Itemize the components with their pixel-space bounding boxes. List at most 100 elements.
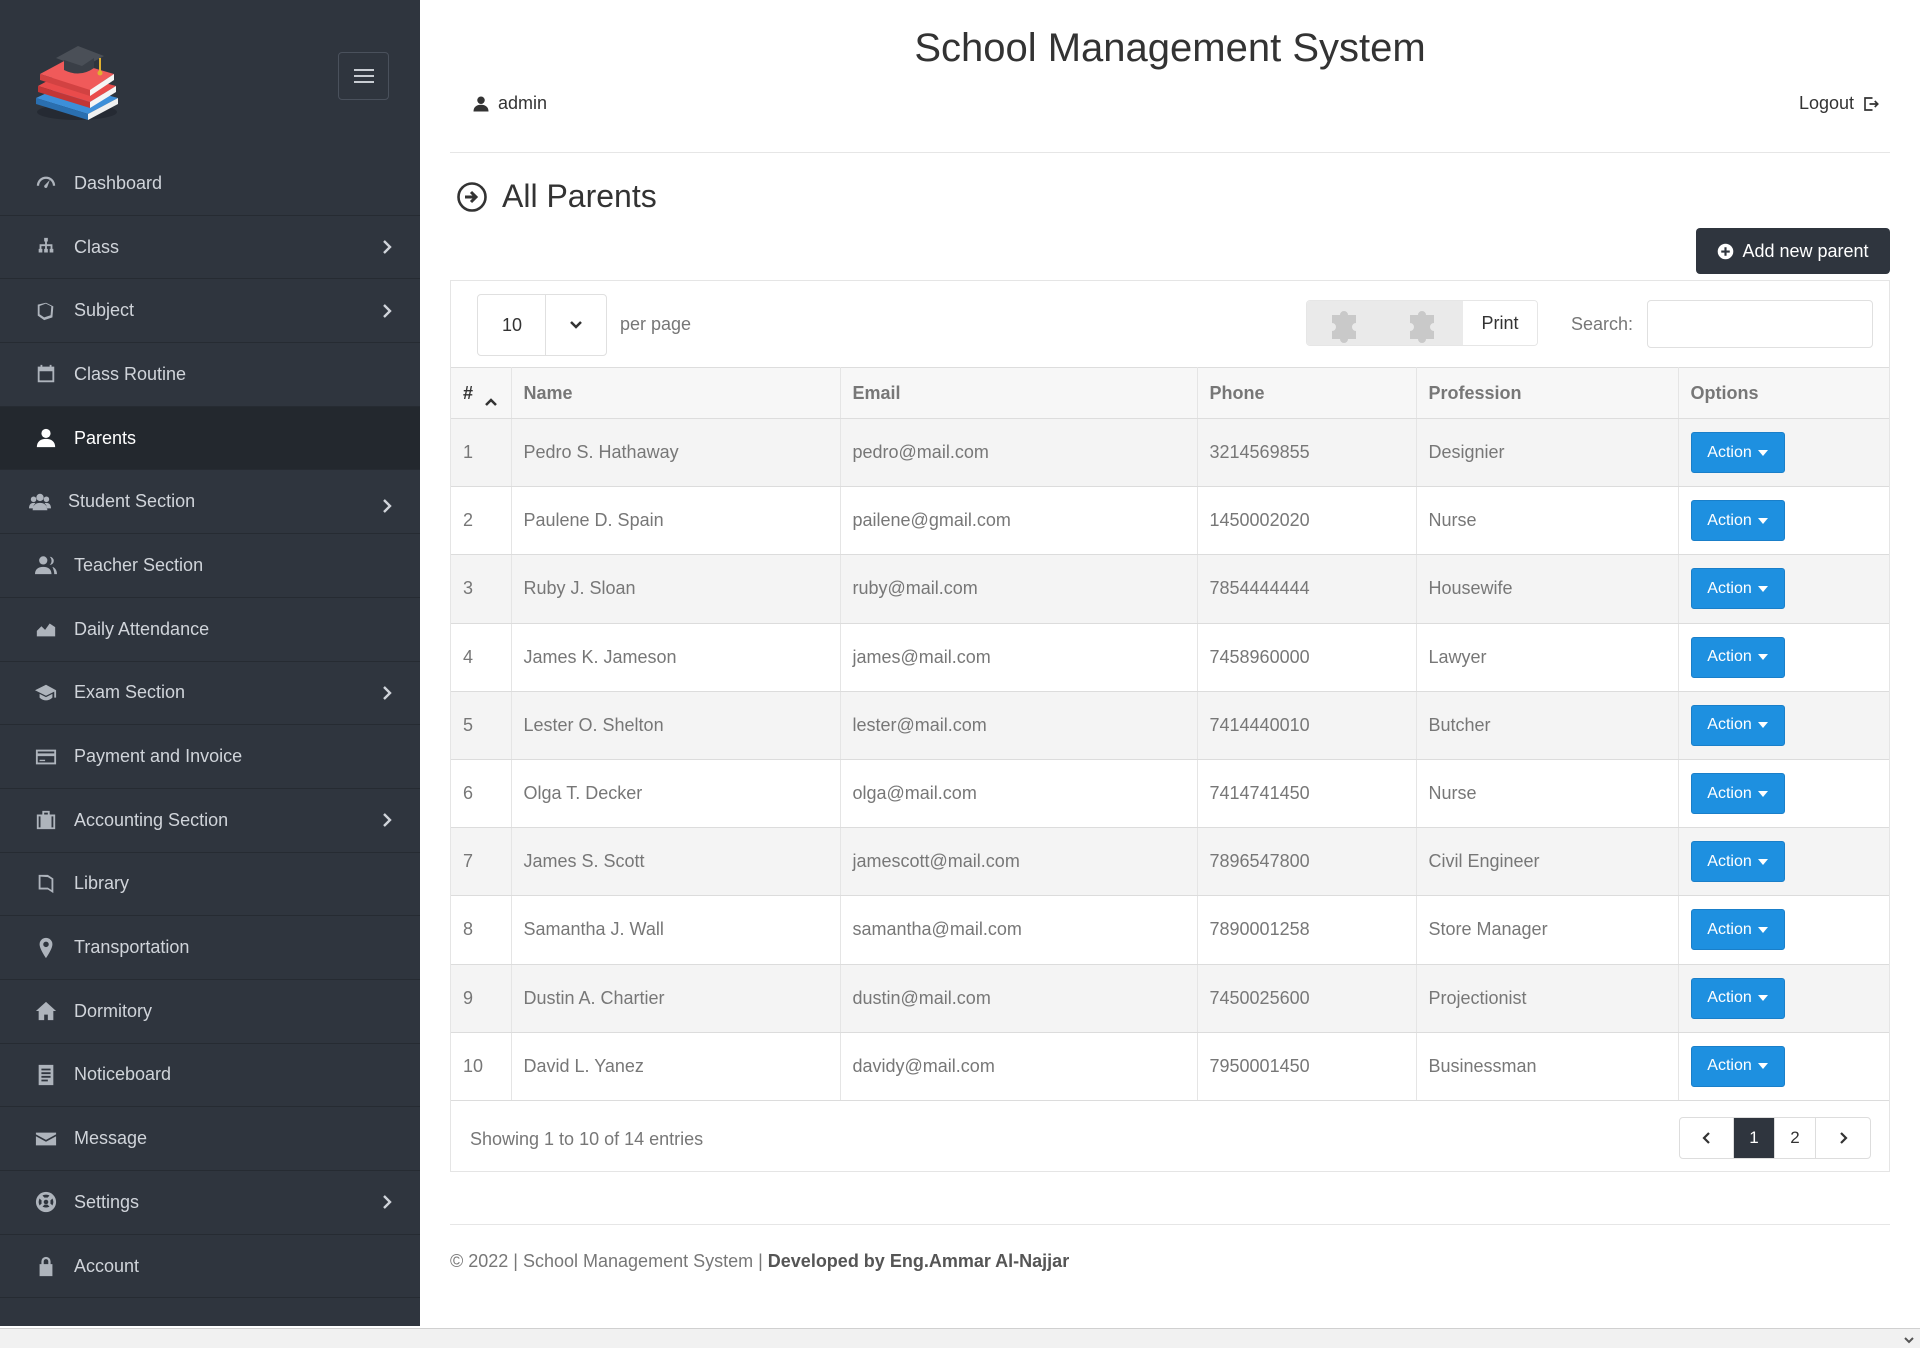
column-header-profession[interactable]: Profession — [1416, 367, 1679, 419]
arrow-circle-right-icon — [457, 181, 487, 212]
horizontal-scrollbar[interactable] — [0, 1328, 1920, 1348]
caret-down-icon — [1757, 585, 1768, 592]
hamburger-icon — [353, 75, 374, 77]
sidebar-item-teacher-section[interactable]: Teacher Section — [0, 534, 420, 598]
sidebar-item-payment-invoice[interactable]: Payment and Invoice — [0, 725, 420, 789]
action-dropdown-button[interactable]: Action — [1690, 704, 1785, 746]
users-icon — [28, 490, 52, 514]
sidebar-item-dormitory[interactable]: Dormitory — [0, 980, 420, 1044]
notice-list-icon — [34, 1063, 58, 1087]
sidebar-item-daily-attendance[interactable]: Daily Attendance — [0, 598, 420, 662]
lifebuoy-icon — [34, 1190, 58, 1214]
cell-profession: Designier — [1416, 418, 1679, 488]
caret-down-icon — [1757, 995, 1768, 1002]
cell-profession: Lawyer — [1416, 623, 1679, 692]
column-header-number[interactable]: # — [451, 367, 512, 419]
footer: © 2022 | School Management System | Deve… — [450, 1251, 1069, 1272]
action-dropdown-button[interactable]: Action — [1690, 977, 1785, 1019]
sidebar-item-transportation[interactable]: Transportation — [0, 916, 420, 980]
column-header-name[interactable]: Name — [511, 367, 841, 419]
sidebar-item-noticeboard[interactable]: Noticeboard — [0, 1044, 420, 1108]
page-button-1[interactable]: 1 — [1734, 1118, 1775, 1158]
action-label: Action — [1707, 648, 1752, 666]
action-dropdown-button[interactable]: Action — [1690, 568, 1785, 610]
column-header-email[interactable]: Email — [840, 367, 1198, 419]
sidebar-item-subject[interactable]: Subject — [0, 279, 420, 344]
add-new-parent-label: Add new parent — [1742, 240, 1869, 261]
cell-email: jamescott@mail.com — [840, 827, 1198, 897]
column-header-phone[interactable]: Phone — [1197, 367, 1417, 419]
previous-page-button[interactable] — [1680, 1118, 1734, 1158]
export-plugin-button-1[interactable] — [1307, 301, 1385, 345]
cell-phone: 7414741450 — [1197, 759, 1417, 829]
action-dropdown-button[interactable]: Action — [1690, 841, 1785, 883]
cell-profession: Businessman — [1416, 1032, 1679, 1101]
cell-email: lester@mail.com — [840, 691, 1198, 760]
caret-down-icon — [1757, 654, 1768, 661]
cell-phone: 7950001450 — [1197, 1032, 1417, 1101]
school-logo[interactable] — [28, 28, 126, 124]
sidebar-item-label: Parents — [74, 427, 137, 448]
export-plugin-button-2[interactable] — [1385, 301, 1463, 345]
page-button-2[interactable]: 2 — [1775, 1118, 1816, 1158]
sidebar-item-parents[interactable]: Parents — [0, 406, 420, 471]
sidebar-item-accounting-section[interactable]: Accounting Section — [0, 789, 420, 853]
sidebar-item-label: Subject — [74, 300, 135, 321]
cell-options: Action — [1678, 554, 1889, 624]
cell-phone: 7414440010 — [1197, 691, 1417, 760]
table-row: 9 Dustin A. Chartier dustin@mail.com 745002… — [451, 964, 1889, 1033]
chevron-right-icon — [1839, 1132, 1848, 1144]
app-title: School Management System — [914, 26, 1426, 70]
table-row: 2 Paulene D. Spain pailene@gmail.com 145000… — [451, 486, 1889, 556]
cell-name: David L. Yanez — [511, 1032, 841, 1101]
parents-table: # Name Email Phone Profession Options 1 P… — [451, 367, 1889, 1101]
sidebar-item-label: Account — [74, 1255, 140, 1276]
cell-num: 1 — [451, 418, 512, 488]
sidebar-item-student-section[interactable]: Student Section — [0, 470, 420, 535]
sidebar-item-settings[interactable]: Settings — [0, 1171, 420, 1235]
action-dropdown-button[interactable]: Action — [1690, 773, 1785, 815]
print-button[interactable]: Print — [1463, 301, 1537, 345]
action-dropdown-button[interactable]: Action — [1690, 500, 1785, 542]
sidebar-item-exam-section[interactable]: Exam Section — [0, 662, 420, 726]
cell-profession: Projectionist — [1416, 964, 1679, 1033]
sidebar-item-class-routine[interactable]: Class Routine — [0, 343, 420, 407]
per-page-select[interactable]: 10 — [477, 294, 607, 356]
action-dropdown-button[interactable]: Action — [1690, 636, 1785, 678]
scroll-down-arrow-icon[interactable] — [1904, 1331, 1916, 1344]
logout-label: Logout — [1798, 93, 1854, 113]
chevron-left-icon — [1702, 1132, 1710, 1144]
sidebar-item-class[interactable]: Class — [0, 216, 420, 280]
menu-toggle-button[interactable] — [338, 52, 389, 100]
sidebar-item-label: Transportation — [74, 937, 190, 958]
table-row: 6 Olga T. Decker olga@mail.com 7414741450 Nu… — [451, 759, 1889, 829]
action-dropdown-button[interactable]: Action — [1690, 432, 1785, 474]
add-new-parent-button[interactable]: Add new parent — [1696, 228, 1890, 274]
table-header-row: # Name Email Phone Profession Options — [451, 367, 1889, 419]
table-info: Showing 1 to 10 of 14 entries — [470, 1129, 704, 1149]
user-icon — [473, 96, 489, 111]
chevron-down-icon — [545, 295, 606, 355]
sidebar-item-message[interactable]: Message — [0, 1107, 420, 1171]
cell-options: Action — [1678, 691, 1889, 760]
logout-link[interactable]: Logout — [1799, 93, 1880, 114]
sidebar-item-account[interactable]: Account — [0, 1235, 420, 1299]
action-dropdown-button[interactable]: Action — [1690, 909, 1785, 951]
next-page-button[interactable] — [1816, 1118, 1870, 1158]
action-label: Action — [1707, 443, 1752, 461]
pagination: 1 2 — [1679, 1117, 1871, 1159]
sidebar-item-label: Library — [74, 873, 130, 894]
user-icon — [34, 426, 58, 450]
calendar-icon — [34, 362, 58, 386]
sidebar-item-library[interactable]: Library — [0, 853, 420, 917]
action-dropdown-button[interactable]: Action — [1690, 1045, 1785, 1087]
puzzle-piece-icon — [1410, 311, 1434, 343]
cell-profession: Store Manager — [1416, 895, 1679, 965]
action-label: Action — [1707, 579, 1752, 597]
current-user[interactable]: admin — [472, 93, 547, 114]
puzzle-piece-icon — [1332, 311, 1356, 343]
cell-options: Action — [1678, 486, 1889, 556]
search-input[interactable] — [1647, 300, 1873, 348]
sidebar-item-dashboard[interactable]: Dashboard — [0, 152, 420, 216]
chevron-right-icon — [382, 498, 392, 514]
